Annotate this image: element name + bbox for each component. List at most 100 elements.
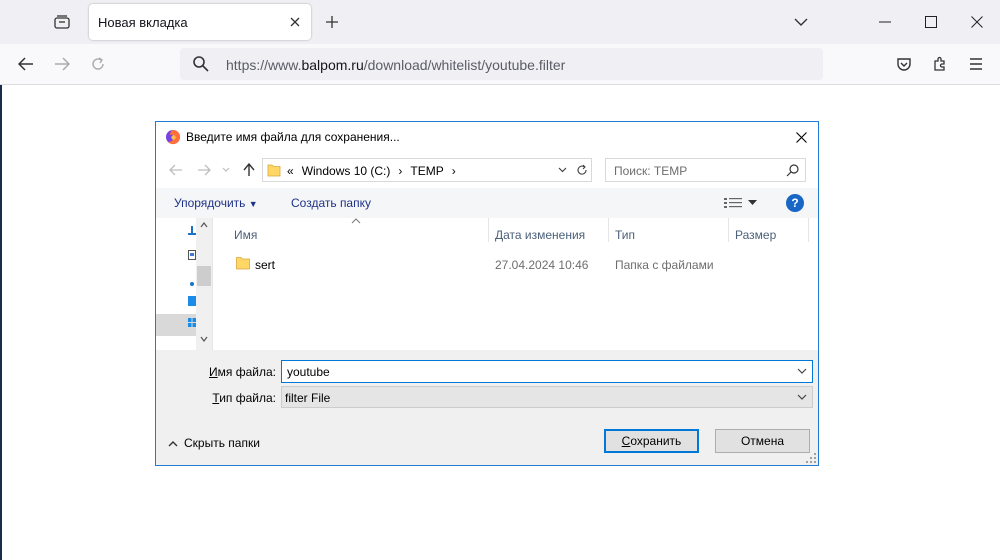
pocket-icon bbox=[897, 58, 911, 71]
minimize-button[interactable] bbox=[862, 0, 908, 44]
filetype-label: Тип файла: bbox=[212, 391, 276, 405]
column-size[interactable]: Размер bbox=[735, 228, 776, 242]
scroll-thumb[interactable] bbox=[197, 266, 211, 286]
breadcrumb-separator: › bbox=[398, 164, 403, 178]
chevron-down-icon bbox=[794, 18, 808, 26]
reload-icon bbox=[576, 164, 587, 175]
new-folder-button[interactable]: Создать папку bbox=[291, 196, 371, 210]
search-icon bbox=[786, 164, 799, 177]
windows-drive-icon[interactable] bbox=[188, 318, 196, 328]
desktop-icon[interactable] bbox=[188, 296, 196, 306]
dialog-close-button[interactable] bbox=[790, 126, 812, 148]
save-button[interactable]: Сохранить bbox=[604, 429, 699, 453]
column-date[interactable]: Дата изменения bbox=[495, 228, 585, 242]
folder-icon bbox=[267, 164, 281, 177]
tab-list-button[interactable] bbox=[46, 8, 78, 36]
tab-list-icon bbox=[54, 15, 70, 29]
file-name: sert bbox=[255, 258, 276, 272]
close-icon bbox=[290, 17, 300, 27]
dialog-toolbar: Упорядочить ▼ Создать папку ? bbox=[156, 188, 818, 218]
help-button[interactable]: ? bbox=[786, 194, 804, 212]
document-icon[interactable] bbox=[188, 250, 196, 260]
maximize-icon bbox=[925, 16, 937, 28]
navigation-toolbar: https://www.balpom.ru/download/whitelist… bbox=[0, 44, 1000, 85]
quick-access-icon[interactable] bbox=[188, 226, 196, 236]
refresh-button[interactable] bbox=[572, 158, 592, 182]
filename-input[interactable]: youtube bbox=[281, 360, 813, 383]
filetype-select[interactable]: filter File bbox=[281, 386, 813, 408]
dialog-titlebar: Введите имя файла для сохранения... bbox=[156, 122, 818, 152]
scroll-down-arrow[interactable] bbox=[200, 336, 208, 342]
up-folder-button[interactable] bbox=[239, 160, 259, 180]
dialog-title: Введите имя файла для сохранения... bbox=[186, 130, 400, 144]
column-separator bbox=[608, 218, 609, 242]
hide-folders-toggle[interactable]: Скрыть папки bbox=[168, 436, 260, 450]
dialog-back-button[interactable] bbox=[166, 160, 186, 180]
minimize-icon bbox=[879, 21, 891, 23]
search-icon bbox=[193, 56, 209, 72]
back-button[interactable] bbox=[12, 50, 40, 78]
resize-grip-icon[interactable] bbox=[806, 453, 816, 463]
chevron-down-icon bbox=[558, 167, 567, 173]
plus-icon bbox=[326, 16, 338, 28]
view-options-button[interactable] bbox=[724, 195, 760, 211]
column-separator bbox=[728, 218, 729, 242]
window-edge bbox=[0, 84, 2, 560]
folder-icon bbox=[236, 257, 250, 270]
back-icon bbox=[18, 57, 33, 71]
column-name[interactable]: Имя bbox=[234, 228, 257, 242]
music-icon[interactable] bbox=[188, 276, 196, 286]
breadcrumb-drive[interactable]: Windows 10 (C:) bbox=[302, 164, 391, 178]
dialog-bottom-area: Имя файла: youtube Тип файла: filter Fil… bbox=[156, 350, 818, 465]
maximize-button[interactable] bbox=[908, 0, 954, 44]
forward-icon bbox=[198, 164, 211, 176]
reload-icon bbox=[92, 57, 104, 70]
up-icon bbox=[243, 163, 255, 176]
address-bar[interactable]: « Windows 10 (C:) › TEMP › bbox=[262, 158, 592, 182]
tab-close-button[interactable] bbox=[285, 12, 305, 32]
column-separator bbox=[808, 218, 809, 242]
cancel-button[interactable]: Отмена bbox=[715, 429, 810, 453]
file-type: Папка с файлами bbox=[615, 258, 714, 272]
recent-locations-button[interactable] bbox=[216, 160, 236, 180]
list-all-tabs-button[interactable] bbox=[778, 0, 824, 44]
chevron-down-icon bbox=[748, 200, 757, 205]
reload-button[interactable] bbox=[84, 50, 112, 78]
address-dropdown[interactable] bbox=[553, 159, 571, 181]
file-date: 27.04.2024 10:46 bbox=[495, 258, 589, 272]
file-list[interactable]: Имя Дата изменения Тип Размер sert 27.04… bbox=[214, 218, 818, 350]
column-type[interactable]: Тип bbox=[615, 228, 635, 242]
dialog-forward-button[interactable] bbox=[194, 160, 214, 180]
menu-button[interactable] bbox=[962, 50, 990, 78]
extensions-button[interactable] bbox=[926, 50, 954, 78]
new-tab-button[interactable] bbox=[318, 8, 346, 36]
scroll-up-arrow[interactable] bbox=[200, 222, 208, 228]
breadcrumb-overflow[interactable]: « bbox=[287, 164, 294, 178]
pocket-button[interactable] bbox=[890, 50, 918, 78]
view-icon bbox=[724, 198, 742, 208]
filename-label: Имя файла: bbox=[209, 365, 276, 379]
forward-icon bbox=[55, 57, 70, 71]
navpane-scrollbar[interactable] bbox=[196, 218, 212, 350]
sort-arrow-icon bbox=[351, 218, 361, 224]
dialog-search-input[interactable]: Поиск: TEMP bbox=[605, 158, 806, 182]
close-icon bbox=[795, 131, 807, 143]
tab-new-tab[interactable]: Новая вкладка bbox=[89, 4, 311, 40]
tab-strip: Новая вкладка bbox=[0, 0, 1000, 44]
browser-window: Новая вкладка https://www.balpom.ru/down… bbox=[0, 0, 1000, 560]
help-icon: ? bbox=[791, 196, 799, 210]
tab-title: Новая вкладка bbox=[98, 15, 188, 30]
forward-button[interactable] bbox=[48, 50, 76, 78]
save-file-dialog: Введите имя файла для сохранения... « Wi… bbox=[155, 121, 819, 466]
firefox-icon bbox=[166, 130, 181, 145]
url-bar[interactable]: https://www.balpom.ru/download/whitelist… bbox=[180, 48, 823, 80]
organize-button[interactable]: Упорядочить ▼ bbox=[174, 196, 258, 210]
navigation-pane[interactable] bbox=[156, 218, 213, 350]
chevron-down-icon bbox=[222, 167, 230, 172]
menu-icon bbox=[970, 58, 982, 70]
extensions-icon bbox=[934, 56, 945, 71]
breadcrumb-temp[interactable]: TEMP bbox=[410, 164, 443, 178]
url-text: https://www.balpom.ru/download/whitelist… bbox=[226, 57, 566, 73]
chevron-down-icon[interactable] bbox=[796, 365, 808, 377]
window-close-button[interactable] bbox=[954, 0, 1000, 44]
